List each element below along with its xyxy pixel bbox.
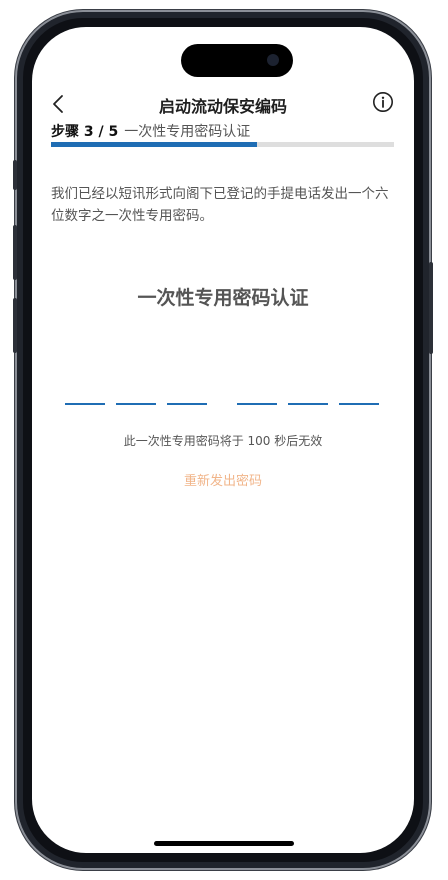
home-indicator xyxy=(154,841,294,846)
otp-digit-input[interactable] xyxy=(237,379,277,405)
otp-heading: 一次性专用密码认证 xyxy=(137,287,309,309)
info-circle-icon xyxy=(373,92,393,112)
step-subtitle: 一次性专用密码认证 xyxy=(124,124,251,140)
camera-icon xyxy=(267,54,279,66)
otp-digit-input[interactable] xyxy=(116,379,156,405)
volume-down-button xyxy=(13,298,17,353)
progress-fill xyxy=(51,142,257,147)
otp-digit-input[interactable] xyxy=(65,379,105,405)
app-screen: 启动流动保安编码 步骤 3 / 5 一次性专用密码认证 我们已经以短讯形式向阁下已… xyxy=(32,27,414,853)
progress-track xyxy=(51,142,394,147)
instruction-text: 我们已经以短讯形式向阁下已登记的手提电话发出一个六位数字之一次性专用密码。 xyxy=(51,186,389,224)
step-count: 步骤 3 / 5 xyxy=(51,124,119,140)
power-button xyxy=(429,262,433,354)
resend-code-link[interactable]: 重新发出密码 xyxy=(32,470,414,489)
action-button xyxy=(13,160,17,190)
otp-digit-input[interactable] xyxy=(339,379,379,405)
volume-up-button xyxy=(13,225,17,280)
otp-input-group xyxy=(65,379,381,405)
expiry-text: 此一次性专用密码将于 100 秒后无效 xyxy=(123,434,323,448)
nav-header: 启动流动保安编码 xyxy=(32,87,414,121)
otp-digit-input[interactable] xyxy=(167,379,207,405)
dynamic-island xyxy=(181,44,293,77)
otp-digit-input[interactable] xyxy=(288,379,328,405)
info-button[interactable] xyxy=(372,91,394,113)
page-title: 启动流动保安编码 xyxy=(158,97,287,116)
step-indicator: 步骤 3 / 5 一次性专用密码认证 xyxy=(51,121,250,141)
